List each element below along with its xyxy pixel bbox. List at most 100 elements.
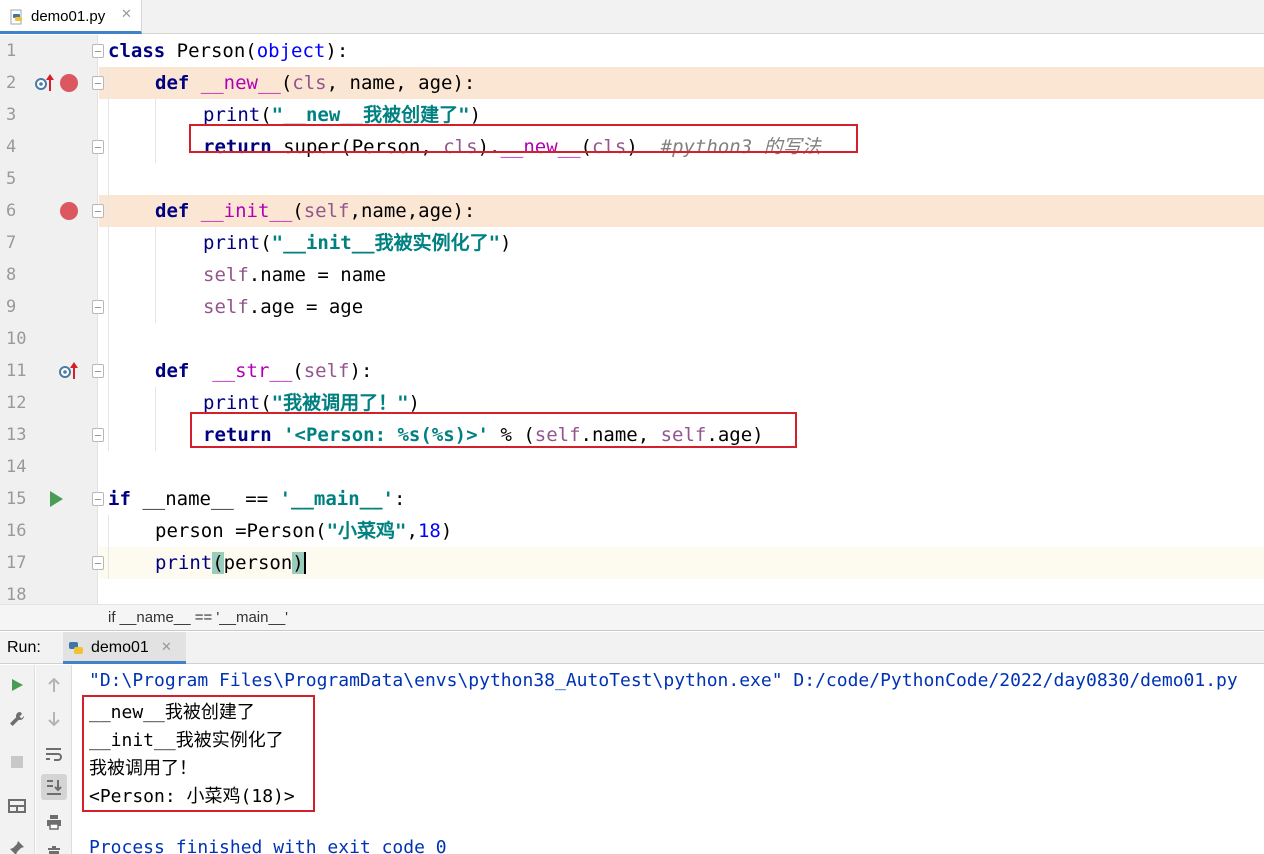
scroll-to-end-icon	[47, 780, 62, 795]
code-line[interactable]: 8 self.name = name	[0, 259, 1264, 291]
code-text: if __name__ == '__main__':	[108, 488, 406, 510]
code-line[interactable]: 9 self.age = age	[0, 291, 1264, 323]
console-exit-line: Process finished with exit code 0	[89, 837, 447, 854]
code-line[interactable]: 11 def __str__(self):	[0, 355, 1264, 387]
run-arrow-icon[interactable]	[50, 491, 63, 507]
run-console[interactable]: "D:\Program Files\ProgramData\envs\pytho…	[0, 665, 1264, 854]
text-caret	[303, 552, 306, 574]
code-text: print(person)	[155, 552, 306, 574]
rerun-button[interactable]	[4, 672, 30, 698]
code-line[interactable]: 16 person =Person("小菜鸡",18)	[0, 515, 1264, 547]
code-text: print("__init__我被实例化了")	[203, 232, 512, 254]
clear-button[interactable]	[41, 840, 67, 854]
stop-icon	[11, 756, 23, 768]
code-line-current[interactable]: 17 print(person)	[0, 547, 1264, 579]
run-toolbar-secondary	[36, 665, 72, 854]
line-number: 18	[6, 585, 27, 604]
trash-icon	[48, 846, 60, 854]
fold-icon[interactable]	[92, 428, 104, 442]
line-number: 12	[6, 393, 27, 413]
line-number: 4	[6, 137, 17, 157]
soft-wrap-icon	[46, 748, 62, 761]
code-text: class Person(object):	[108, 40, 349, 62]
fold-icon[interactable]	[92, 44, 104, 58]
editor-tab-strip: demo01.py ✕	[0, 0, 1264, 34]
pin-icon	[10, 841, 24, 854]
code-line[interactable]: 18	[0, 579, 1264, 604]
fold-icon[interactable]	[92, 76, 104, 90]
print-button[interactable]	[41, 809, 67, 835]
code-text: print("我被调用了！")	[203, 392, 420, 414]
code-text: print("__new__我被创建了")	[203, 104, 482, 126]
code-line[interactable]: 10	[0, 323, 1264, 355]
fold-icon[interactable]	[92, 556, 104, 570]
editor-tab-demo01[interactable]: demo01.py ✕	[0, 0, 142, 34]
layout-icon	[8, 799, 26, 813]
code-text: self.name = name	[203, 264, 387, 286]
rerun-icon	[12, 679, 23, 691]
scroll-to-end-button[interactable]	[41, 774, 67, 800]
code-line[interactable]: 6 def __init__(self,name,age):	[0, 195, 1264, 227]
line-number: 2	[6, 73, 17, 93]
code-line[interactable]: 14	[0, 451, 1264, 483]
code-text: person =Person("小菜鸡",18)	[155, 520, 453, 542]
code-line[interactable]: 7 print("__init__我被实例化了")	[0, 227, 1264, 259]
code-text: self.age = age	[203, 296, 364, 318]
wrench-icon	[10, 712, 24, 726]
line-number: 5	[6, 169, 17, 189]
override-method-icon[interactable]	[34, 73, 56, 93]
fold-icon[interactable]	[92, 300, 104, 314]
layout-button[interactable]	[4, 793, 30, 819]
override-method-icon[interactable]	[58, 361, 80, 381]
settings-button[interactable]	[4, 706, 30, 732]
annotation-box-line4	[189, 124, 858, 153]
fold-icon[interactable]	[92, 140, 104, 154]
run-tool-window-header: Run: demo01 ✕	[0, 632, 1264, 664]
line-number: 10	[6, 329, 27, 349]
line-number: 7	[6, 233, 17, 253]
code-line[interactable]: 2 def __new__(cls, name, age):	[0, 67, 1264, 99]
run-tab-label: demo01	[91, 639, 149, 656]
code-line[interactable]: 1 class Person(object):	[0, 35, 1264, 67]
console-command-line: "D:\Program Files\ProgramData\envs\pytho…	[89, 670, 1238, 691]
fold-icon[interactable]	[92, 364, 104, 378]
code-text: def __init__(self,name,age):	[155, 200, 476, 222]
line-number: 13	[6, 425, 27, 445]
line-number: 1	[6, 41, 17, 61]
python-file-icon	[10, 9, 22, 25]
arrow-down-icon	[48, 712, 60, 727]
code-text: def __str__(self):	[155, 360, 373, 382]
line-number: 15	[6, 489, 27, 509]
scroll-down-button[interactable]	[41, 706, 67, 732]
run-tab-demo01[interactable]: demo01 ✕	[63, 632, 186, 664]
code-line[interactable]: 5	[0, 163, 1264, 195]
breakpoint-icon[interactable]	[60, 202, 78, 220]
line-number: 9	[6, 297, 17, 317]
fold-icon[interactable]	[92, 492, 104, 506]
breadcrumb[interactable]: if __name__ == '__main__'	[0, 604, 1264, 631]
line-number: 16	[6, 521, 27, 541]
soft-wrap-button[interactable]	[41, 741, 67, 767]
scroll-up-button[interactable]	[41, 672, 67, 698]
breakpoint-icon[interactable]	[60, 74, 78, 92]
line-number: 17	[6, 553, 27, 573]
annotation-box-line13	[190, 412, 797, 448]
run-toolbar-primary	[0, 665, 35, 854]
close-icon[interactable]: ✕	[121, 7, 132, 22]
line-number: 6	[6, 201, 17, 221]
pin-button[interactable]	[4, 835, 30, 854]
run-title: Run:	[7, 639, 41, 656]
code-text: def __new__(cls, name, age):	[155, 72, 476, 94]
line-number: 11	[6, 361, 27, 381]
line-number: 14	[6, 457, 27, 477]
code-editor[interactable]: 1 class Person(object): 2 def __new__(cl…	[0, 35, 1264, 604]
arrow-up-icon	[48, 677, 60, 692]
python-icon	[69, 642, 83, 654]
editor-tab-label: demo01.py	[31, 8, 106, 25]
fold-icon[interactable]	[92, 204, 104, 218]
code-line[interactable]: 15 if __name__ == '__main__':	[0, 483, 1264, 515]
breadcrumb-item[interactable]: if __name__ == '__main__'	[108, 609, 288, 626]
stop-button[interactable]	[4, 749, 30, 775]
close-icon[interactable]: ✕	[161, 640, 172, 655]
line-number: 3	[6, 105, 17, 125]
